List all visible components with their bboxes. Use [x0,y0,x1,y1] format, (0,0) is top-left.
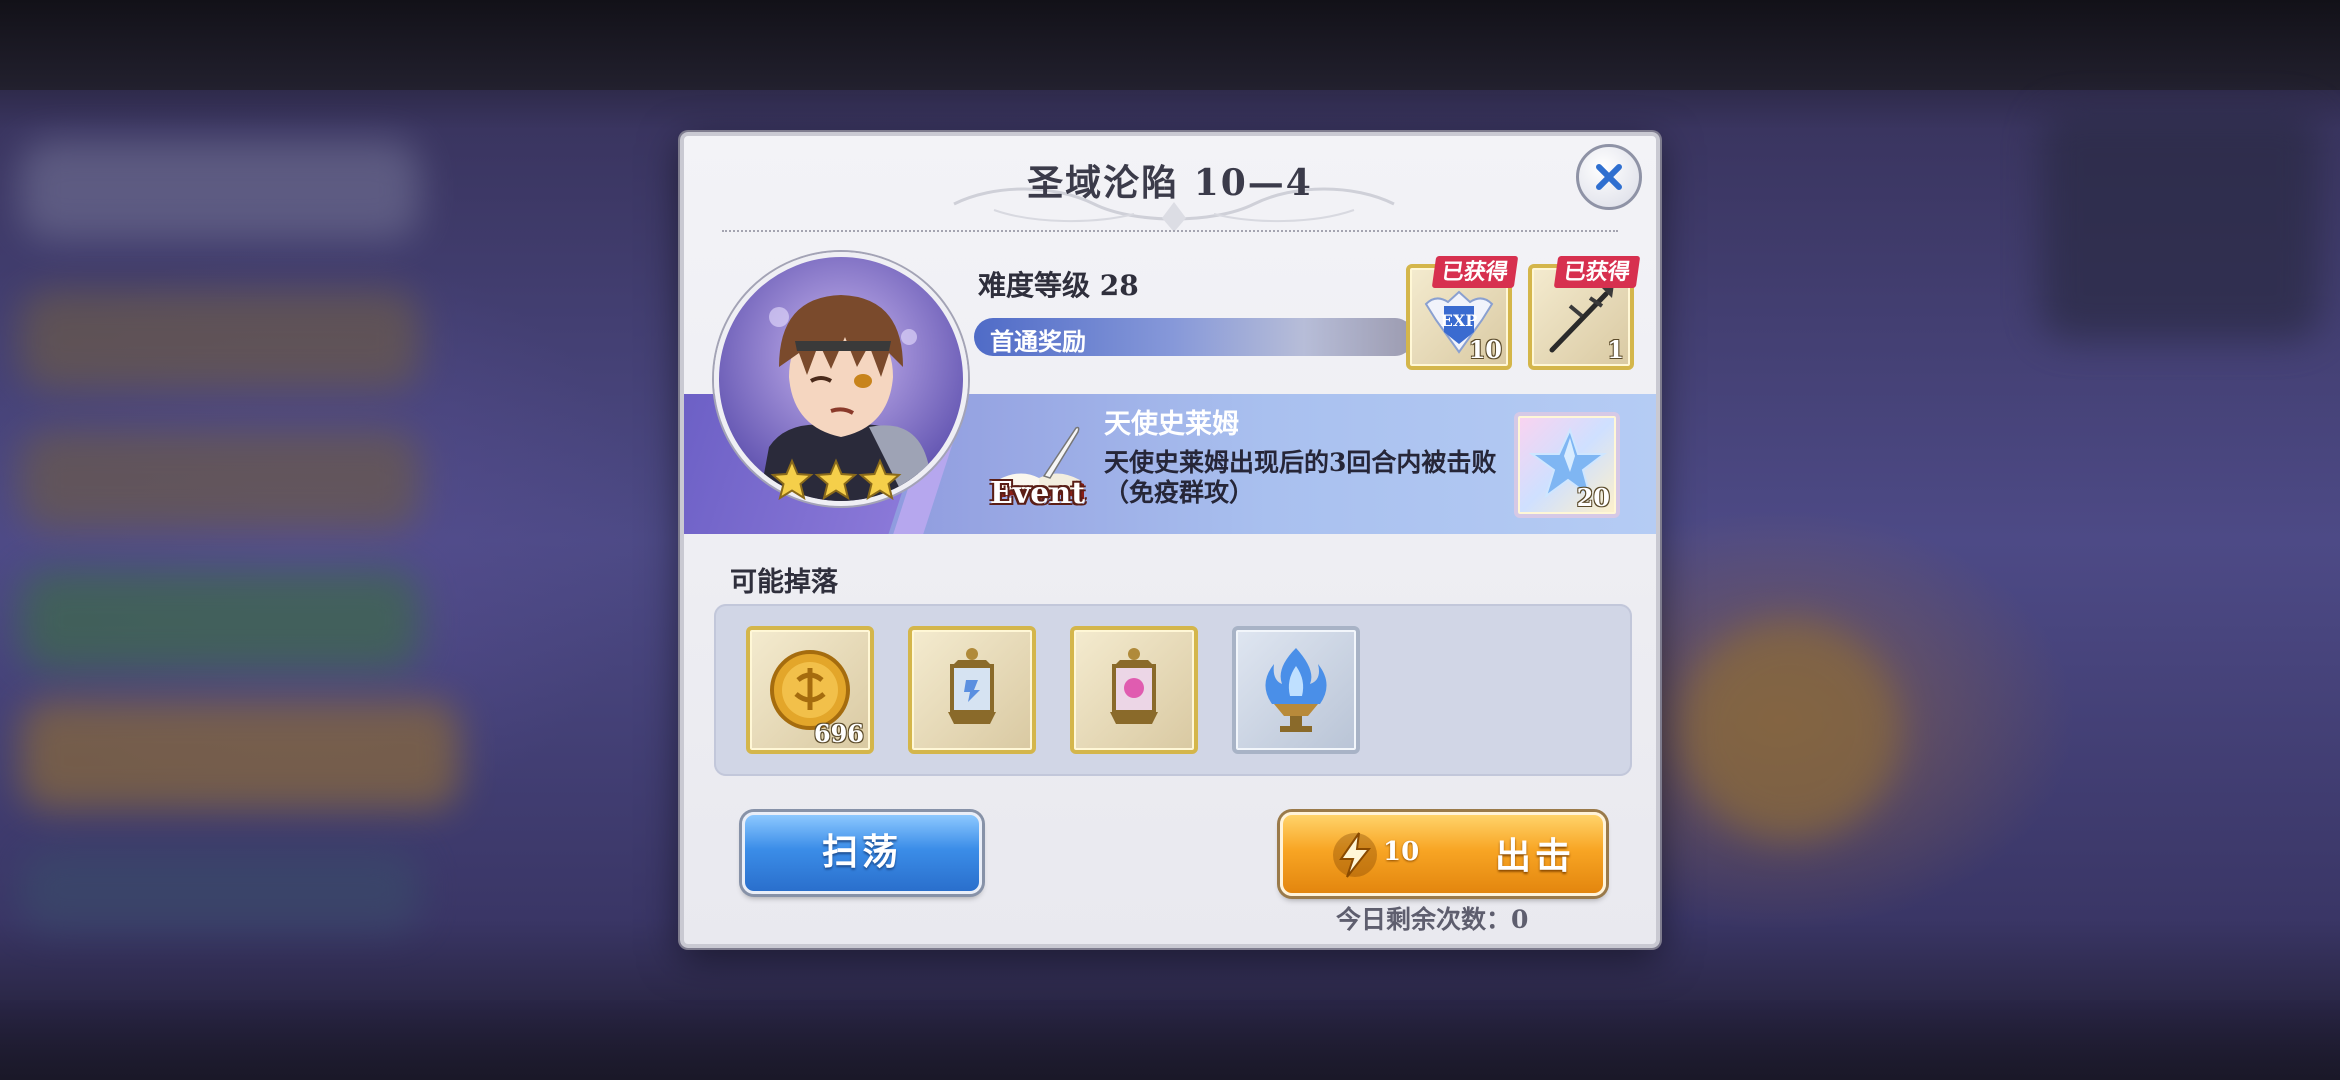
star-icon [814,458,858,501]
possible-drops-label: 可能掉落 [730,567,838,598]
event-description: 天使史莱姆出现后的3回合内被击败（免疫群攻） [1104,448,1497,507]
close-icon [1596,164,1622,190]
star-icon [770,458,814,501]
first-clear-label: 首通奖励 [990,327,1086,356]
item-count: 1 [1607,335,1624,364]
sweep-button[interactable]: 扫荡 [742,812,982,894]
blue-lantern-icon [948,648,996,724]
first-clear-reward-spear[interactable]: 1 已获得 [1528,256,1641,370]
stage-info-dialog: 圣域沦陷 10—4 Event 天使史莱姆 天使史莱姆出现后的3回合内被击败（免… [680,132,1660,948]
attack-button[interactable]: 10 出击 [1280,812,1606,896]
drop-item-blue-flame[interactable] [1232,626,1360,754]
drop-item-gold[interactable]: 696 [746,626,874,754]
obtained-tag: 已获得 [1553,256,1641,288]
stamina-cost: 10 [1383,837,1420,867]
remaining-attempts: 今日剩余次数：0 [1336,905,1529,934]
attack-label: 出击 [1495,835,1576,877]
difficulty-level: 难度等级 28 [978,269,1139,302]
pink-lantern-icon [1110,648,1158,724]
event-enemy-name: 天使史莱姆 [1104,409,1239,440]
stamina-bolt-icon [1333,832,1377,878]
obtained-tag: 已获得 [1431,256,1519,288]
item-count: 10 [1468,335,1502,364]
dialog-header: 圣域沦陷 10—4 [684,144,1656,254]
first-clear-reward-exp[interactable]: EXP 10 已获得 [1406,256,1519,370]
item-count: 696 [813,719,864,748]
possible-drops-panel: 696 [714,604,1632,776]
first-clear-reward-bar: 首通奖励 [974,318,1414,356]
stage-title: 圣域沦陷 10—4 [1027,162,1313,204]
event-reward-item[interactable]: 20 [1514,412,1620,518]
blue-flame-brazier-icon [1265,648,1327,732]
header-divider [722,230,1618,232]
drop-item-blue-lantern[interactable] [908,626,1036,754]
event-badge: Event [990,476,1086,511]
svg-text:EXP: EXP [1441,311,1478,330]
drop-item-pink-lantern[interactable] [1070,626,1198,754]
close-button[interactable] [1576,144,1642,210]
item-count: 20 [1576,483,1610,512]
sweep-label: 扫荡 [821,831,902,873]
star-rating [770,458,902,502]
star-icon [858,458,902,501]
